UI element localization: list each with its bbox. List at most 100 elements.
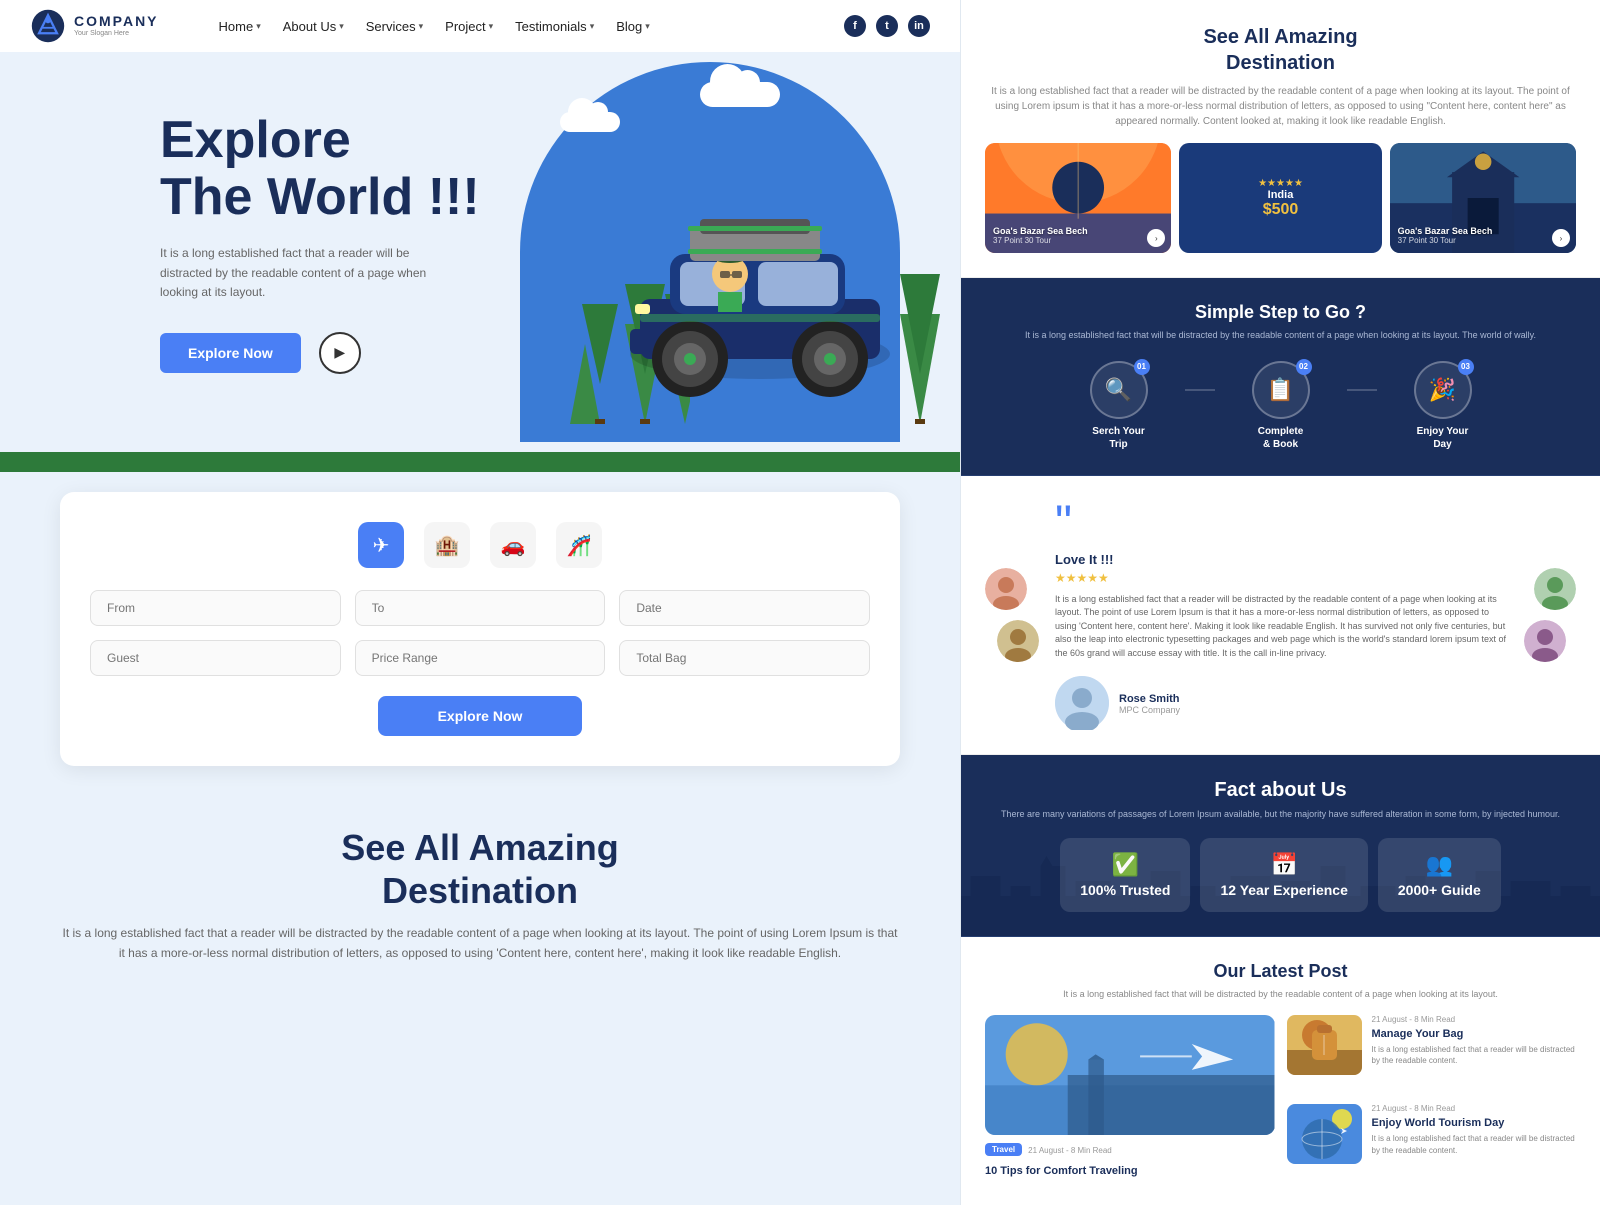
logo: COMPANY Your Slogan Here	[30, 8, 159, 44]
fact-card-experience: 📅 12 Year Experience	[1200, 838, 1367, 912]
car-svg	[600, 144, 920, 424]
step-connector-2	[1347, 389, 1377, 391]
reviewer-title: MPC Company	[1119, 705, 1180, 715]
avatar-2	[997, 620, 1039, 662]
social-icons: f t in	[844, 15, 930, 37]
play-button[interactable]: ▶	[319, 332, 361, 374]
reviewer-avatar	[1055, 676, 1109, 730]
testimonials-left-avatars	[985, 500, 1039, 731]
hero-description: It is a long established fact that a rea…	[160, 244, 440, 302]
dest-label-1: Goa's Bazar Sea Bech	[993, 226, 1163, 236]
step-2-num: 02	[1296, 359, 1312, 375]
post-3-date: 21 August - 8 Min Read	[1372, 1104, 1577, 1113]
step-2-label: Complete& Book	[1258, 425, 1304, 451]
post-3-thumb	[1287, 1104, 1362, 1164]
step-1-label: Serch YourTrip	[1092, 425, 1144, 451]
company-name: COMPANY	[74, 14, 159, 29]
twitter-icon[interactable]: t	[876, 15, 898, 37]
tab-hotel[interactable]: 🏨	[424, 522, 470, 568]
right-destination: See All AmazingDestination It is a long …	[961, 0, 1600, 278]
love-it-text: Love It !!!	[1055, 552, 1508, 567]
step-3: 🎉 03 Enjoy YourDay	[1393, 361, 1493, 451]
quote-mark: "	[1055, 500, 1508, 548]
post-large-meta: Travel 21 August - 8 Min Read	[985, 1143, 1275, 1160]
post-2: 21 August - 8 Min Read Manage Your Bag I…	[1287, 1015, 1577, 1092]
post-2-date: 21 August - 8 Min Read	[1372, 1015, 1577, 1024]
nav-blog[interactable]: Blog ▾	[616, 19, 650, 34]
step-connector-1	[1185, 389, 1215, 391]
search-row2	[90, 640, 870, 676]
date-field[interactable]	[619, 590, 870, 626]
step-3-circle: 🎉 03	[1414, 361, 1472, 419]
dest-card-india: ★★★★★ India $500	[1179, 143, 1381, 253]
trees-right-svg	[880, 224, 960, 424]
trusted-icon: ✅	[1080, 852, 1170, 878]
testimonials-right-avatars	[1524, 500, 1576, 731]
testimonials-section: " Love It !!! ★★★★★ It is a long establi…	[961, 476, 1600, 756]
steps-row: 🔍 01 Serch YourTrip 📋 02 Complete& Book …	[985, 361, 1576, 451]
post-2-thumb	[1287, 1015, 1362, 1075]
nav-home[interactable]: Home ▾	[219, 19, 261, 34]
post-3-desc: It is a long established fact that a rea…	[1372, 1133, 1577, 1155]
trusted-value: 100% Trusted	[1080, 882, 1170, 898]
avatar-1	[985, 568, 1027, 610]
latest-post-desc: It is a long established fact that will …	[985, 988, 1576, 1002]
post-large-title: 10 Tips for Comfort Traveling	[985, 1164, 1275, 1178]
explore-now-button[interactable]: Explore Now	[160, 333, 301, 373]
review-text: It is a long established fact that a rea…	[1055, 593, 1508, 661]
navbar: COMPANY Your Slogan Here Home ▾ About Us…	[0, 0, 960, 52]
latest-post-section: Our Latest Post It is a long established…	[961, 937, 1600, 1205]
search-fields	[90, 590, 870, 626]
step-2-circle: 📋 02	[1252, 361, 1310, 419]
tab-car[interactable]: 🚗	[490, 522, 536, 568]
nav-testimonials[interactable]: Testimonials ▾	[515, 19, 594, 34]
search-section: ✈ 🏨 🚗 🎢 Explore Now	[60, 492, 900, 766]
destination-title: See All Amazing Destination	[60, 826, 900, 912]
step-desc: It is a long established fact that will …	[985, 329, 1576, 343]
experience-icon: 📅	[1220, 852, 1347, 878]
step-3-label: Enjoy YourDay	[1417, 425, 1469, 451]
step-1-num: 01	[1134, 359, 1150, 375]
avatar-4	[1524, 620, 1566, 662]
search-button[interactable]: Explore Now	[378, 696, 583, 736]
right-panel: See All AmazingDestination It is a long …	[960, 0, 1600, 1205]
post-3-title: Enjoy World Tourism Day	[1372, 1116, 1577, 1130]
post-large-date: 21 August - 8 Min Read	[1028, 1146, 1112, 1155]
tab-activity[interactable]: 🎢	[556, 522, 602, 568]
post-3: 21 August - 8 Min Read Enjoy World Touri…	[1287, 1104, 1577, 1181]
testimonial-stars: ★★★★★	[1055, 571, 1508, 585]
price-field[interactable]	[355, 640, 606, 676]
hero-buttons: Explore Now ▶	[160, 332, 540, 374]
post-large-image	[985, 1015, 1275, 1135]
fact-card-guide: 👥 2000+ Guide	[1378, 838, 1501, 912]
nav-about[interactable]: About Us ▾	[283, 19, 344, 34]
india-price: $500	[1263, 201, 1299, 219]
step-title: Simple Step to Go ?	[985, 302, 1576, 323]
testimonials-center: " Love It !!! ★★★★★ It is a long establi…	[1055, 500, 1508, 731]
fact-cards: ✅ 100% Trusted 📅 12 Year Experience 👥 20…	[985, 838, 1576, 912]
posts-grid: Travel 21 August - 8 Min Read 10 Tips fo…	[985, 1015, 1576, 1181]
reviewer-name: Rose Smith	[1119, 693, 1180, 705]
bag-field[interactable]	[619, 640, 870, 676]
nav-project[interactable]: Project ▾	[445, 19, 493, 34]
guest-field[interactable]	[90, 640, 341, 676]
right-dest-desc: It is a long established fact that a rea…	[985, 84, 1576, 129]
dest-sub-3: 37 Point 30 Tour	[1398, 236, 1568, 245]
dest-card-3: Goa's Bazar Sea Bech 37 Point 30 Tour ›	[1390, 143, 1576, 253]
to-field[interactable]	[355, 590, 606, 626]
from-field[interactable]	[90, 590, 341, 626]
dest-btn-3[interactable]: ›	[1552, 229, 1570, 247]
post-3-info: 21 August - 8 Min Read Enjoy World Touri…	[1372, 1104, 1577, 1156]
tab-flight[interactable]: ✈	[358, 522, 404, 568]
dest-sub-1: 37 Point 30 Tour	[993, 236, 1163, 245]
step-2: 📋 02 Complete& Book	[1231, 361, 1331, 451]
facebook-icon[interactable]: f	[844, 15, 866, 37]
nav-services[interactable]: Services ▾	[366, 19, 423, 34]
destination-cards: Goa's Bazar Sea Bech 37 Point 30 Tour › …	[985, 143, 1576, 253]
step-1-circle: 🔍 01	[1090, 361, 1148, 419]
avatar-3	[1534, 568, 1576, 610]
main-panel: COMPANY Your Slogan Here Home ▾ About Us…	[0, 0, 960, 1205]
simple-step-section: Simple Step to Go ? It is a long establi…	[961, 278, 1600, 476]
linkedin-icon[interactable]: in	[908, 15, 930, 37]
dest-card-1: Goa's Bazar Sea Bech 37 Point 30 Tour ›	[985, 143, 1171, 253]
